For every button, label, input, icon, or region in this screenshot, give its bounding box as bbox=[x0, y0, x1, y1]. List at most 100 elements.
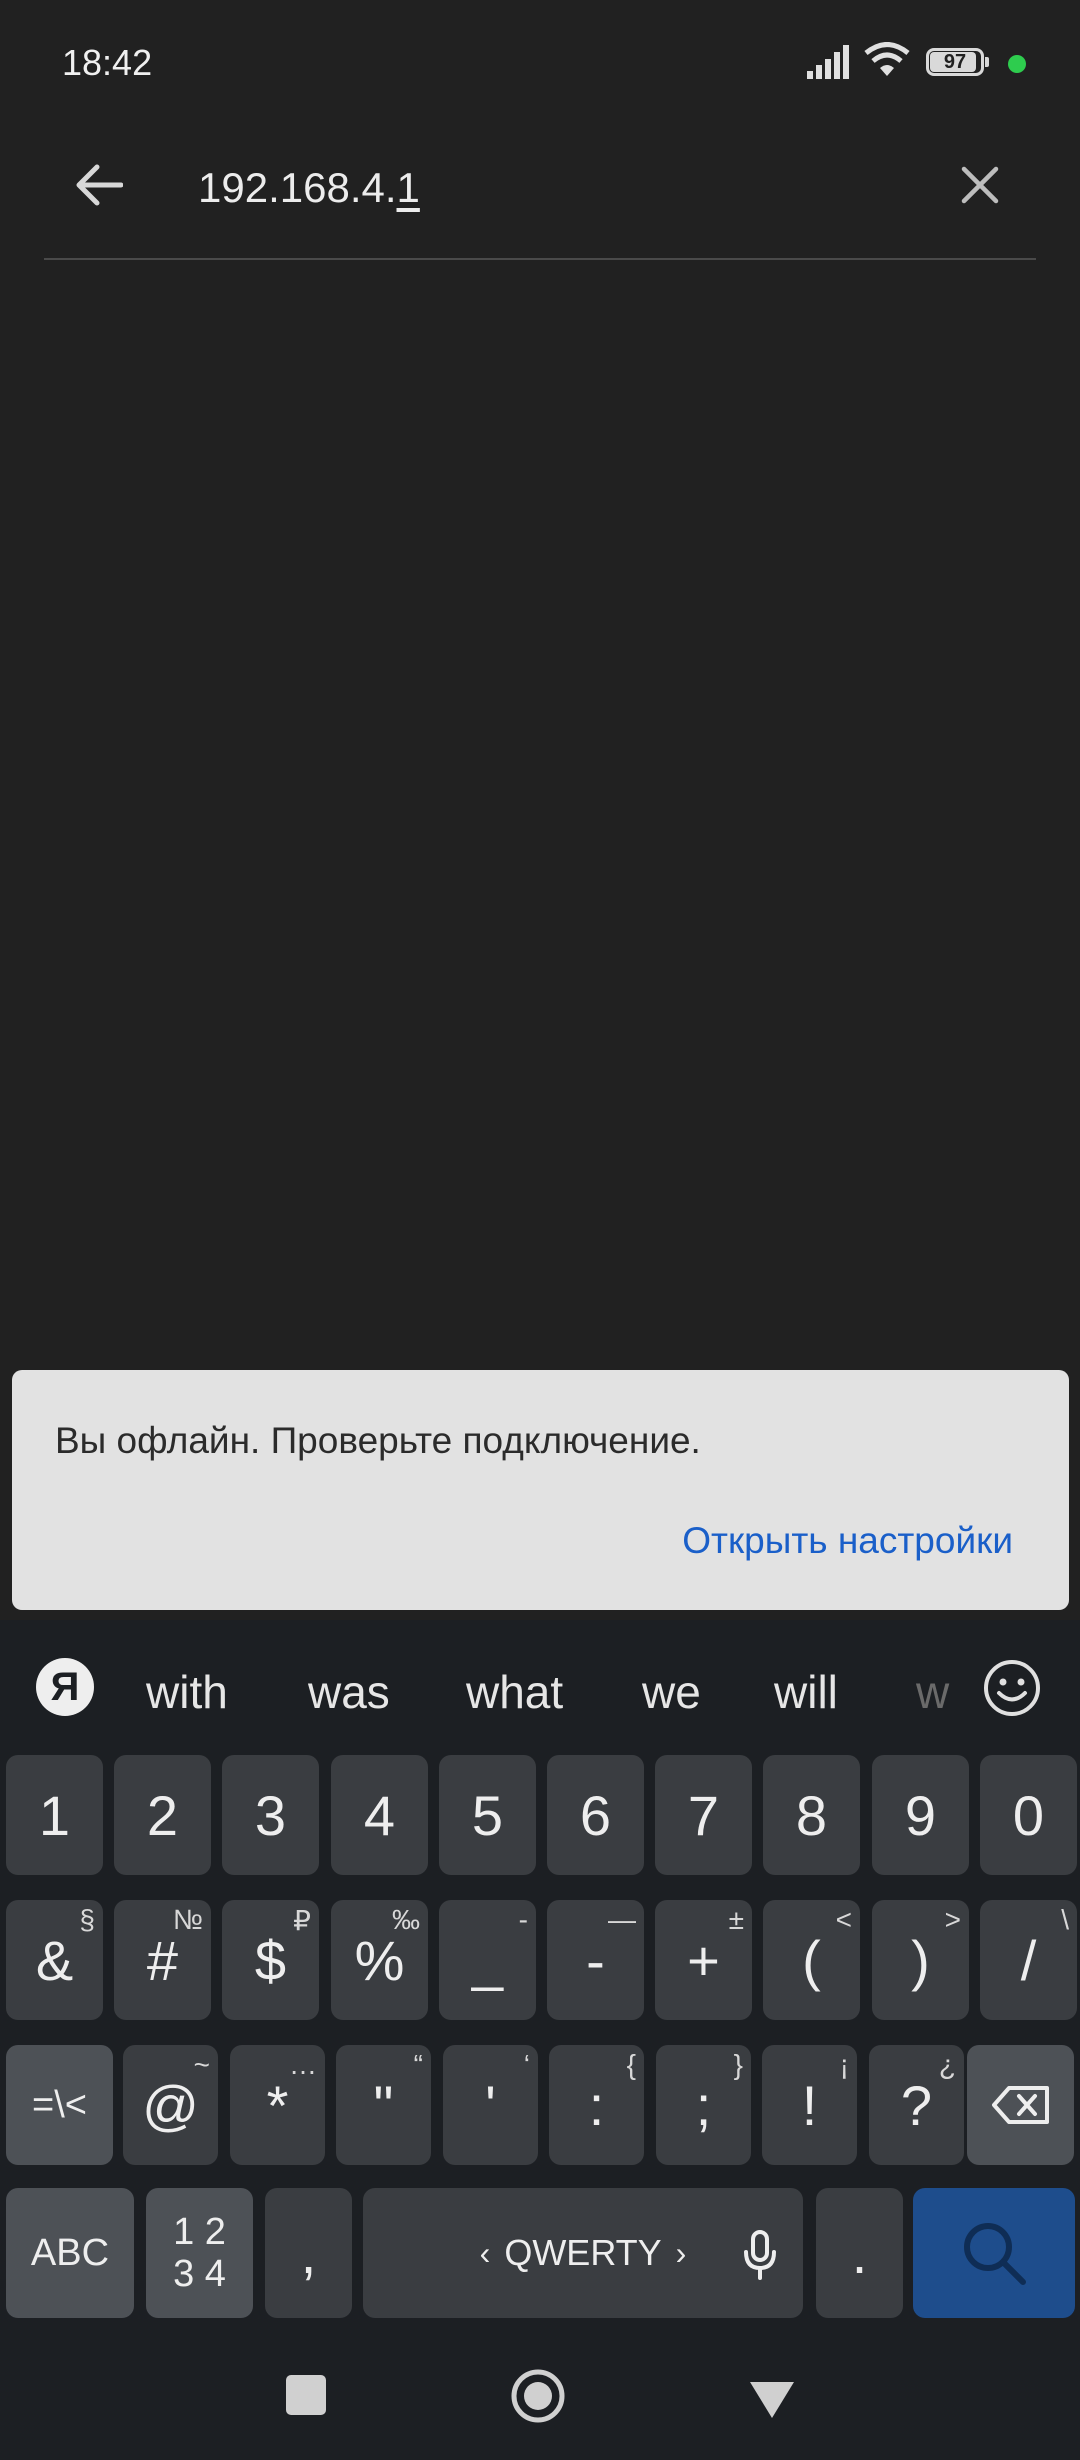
key-alt-label: < bbox=[835, 1904, 852, 1935]
recents-button[interactable] bbox=[286, 2375, 326, 2415]
number-key[interactable]: 9 bbox=[872, 1755, 969, 1875]
number-key[interactable]: 1 bbox=[6, 1755, 103, 1875]
key-label: ' bbox=[485, 2073, 496, 2137]
space-key[interactable]: ‹ QWERTY › bbox=[363, 2188, 803, 2318]
back-button[interactable] bbox=[64, 150, 134, 220]
symbol-key[interactable]: $ ₽ bbox=[222, 1900, 319, 2020]
comma-key[interactable]: , bbox=[265, 2188, 352, 2318]
symbol-key[interactable]: (< bbox=[763, 1900, 860, 2020]
number-key[interactable]: 3 bbox=[222, 1755, 319, 1875]
microphone-icon[interactable] bbox=[743, 2230, 777, 2280]
chevron-right-icon: › bbox=[675, 2234, 687, 2271]
divider bbox=[44, 258, 1036, 260]
number-key[interactable]: 0 bbox=[980, 1755, 1077, 1875]
close-icon bbox=[961, 166, 999, 204]
numpad-key-label-top: 1 2 bbox=[173, 2211, 226, 2253]
symbol-key[interactable]: % ‰ bbox=[331, 1900, 428, 2020]
privacy-indicator-dot bbox=[1008, 55, 1026, 73]
symbol-key[interactable]: @ ~ bbox=[123, 2045, 218, 2165]
symbol-key[interactable]: ' ‘ bbox=[443, 2045, 538, 2165]
search-bar: 192.168.4.1 bbox=[0, 130, 1080, 260]
key-alt-label: ¡ bbox=[839, 2049, 849, 2080]
numpad-key-label-bottom: 3 4 bbox=[173, 2253, 226, 2295]
number-key[interactable]: 2 bbox=[114, 1755, 211, 1875]
battery-level: 97 bbox=[943, 51, 967, 73]
symbol-key[interactable]: _ - bbox=[439, 1900, 536, 2020]
key-alt-label: … bbox=[289, 2049, 317, 2080]
key-label: @ bbox=[142, 2073, 199, 2137]
suggestion-item[interactable]: was bbox=[308, 1662, 390, 1722]
snackbar-message: Вы офлайн. Проверьте подключение. bbox=[55, 1420, 701, 1461]
suggestion-item[interactable]: what bbox=[466, 1662, 563, 1722]
key-label: ? bbox=[900, 2073, 933, 2137]
wifi-icon bbox=[864, 42, 910, 76]
suggestion-item[interactable]: we bbox=[642, 1662, 701, 1722]
number-key[interactable]: 6 bbox=[547, 1755, 644, 1875]
key-alt-label: — bbox=[608, 1904, 636, 1935]
key-label: 1 bbox=[38, 1783, 71, 1847]
key-alt-label: § bbox=[79, 1904, 95, 1935]
key-alt-label: ¿ bbox=[938, 2049, 956, 2080]
space-key-label: QWERTY bbox=[504, 2232, 662, 2273]
symbol-key[interactable]: - — bbox=[547, 1900, 644, 2020]
symbol-key[interactable]: # № bbox=[114, 1900, 211, 2020]
symbol-key[interactable]: + ± bbox=[655, 1900, 752, 2020]
key-label: + bbox=[687, 1928, 720, 1992]
symbol-key[interactable]: :{ bbox=[549, 2045, 644, 2165]
signal-icon bbox=[807, 45, 849, 79]
number-key[interactable]: 4 bbox=[331, 1755, 428, 1875]
key-alt-label: \ bbox=[1061, 1904, 1069, 1935]
key-label: ) bbox=[911, 1928, 930, 1992]
numpad-key[interactable]: 1 2 3 4 bbox=[146, 2188, 253, 2318]
suggestion-bar: Я with was what we will w bbox=[0, 1620, 1080, 1755]
backspace-key[interactable] bbox=[967, 2045, 1074, 2165]
symbol-key[interactable]: ? ¿ bbox=[869, 2045, 964, 2165]
period-key[interactable]: . bbox=[816, 2188, 903, 2318]
search-key[interactable] bbox=[913, 2188, 1075, 2318]
key-label: # bbox=[146, 1928, 179, 1992]
key-label: " bbox=[373, 2073, 394, 2137]
key-alt-label: ₽ bbox=[293, 1905, 311, 1936]
back-nav-button[interactable] bbox=[748, 2380, 796, 2420]
key-label: ; bbox=[695, 2073, 712, 2137]
symbol-key[interactable]: ;} bbox=[656, 2045, 751, 2165]
symbol-key[interactable]: ! ¡ bbox=[762, 2045, 857, 2165]
key-alt-label: ~ bbox=[193, 2049, 210, 2080]
backspace-icon bbox=[991, 2086, 1049, 2124]
symbol-key[interactable]: / \ bbox=[980, 1900, 1077, 2020]
url-input[interactable]: 192.168.4.1 bbox=[198, 158, 898, 218]
symbols-shift-key[interactable]: =\< bbox=[6, 2045, 113, 2165]
suggestion-item[interactable]: w bbox=[916, 1662, 956, 1722]
key-label: : bbox=[588, 2073, 605, 2137]
url-text-composing: 1 bbox=[396, 164, 420, 211]
key-label: 3 bbox=[254, 1783, 287, 1847]
status-time: 18:42 bbox=[62, 42, 153, 83]
symbol-key[interactable]: " “ bbox=[336, 2045, 431, 2165]
symbol-key[interactable]: ) > bbox=[872, 1900, 969, 2020]
number-key[interactable]: 5 bbox=[439, 1755, 536, 1875]
suggestion-item[interactable]: will bbox=[774, 1662, 838, 1722]
number-key[interactable]: 8 bbox=[763, 1755, 860, 1875]
number-key[interactable]: 7 bbox=[655, 1755, 752, 1875]
key-label: 5 bbox=[471, 1783, 504, 1847]
status-bar: 18:42 97 bbox=[0, 0, 1080, 130]
key-alt-label: ± bbox=[728, 1904, 744, 1935]
symbol-key[interactable]: & § bbox=[6, 1900, 103, 2020]
symbol-key[interactable]: *… bbox=[230, 2045, 325, 2165]
open-settings-button[interactable]: Открыть настройки bbox=[682, 1520, 1013, 1562]
key-alt-label: № bbox=[172, 1904, 203, 1935]
battery-icon: 97 bbox=[926, 48, 990, 80]
navigation-bar bbox=[0, 2320, 1080, 2460]
key-label: 8 bbox=[795, 1783, 828, 1847]
key-label: * bbox=[266, 2073, 289, 2137]
home-button[interactable] bbox=[510, 2368, 566, 2424]
key-label: _ bbox=[471, 1928, 504, 1992]
key-alt-label: } bbox=[733, 2049, 743, 2080]
suggestion-item[interactable]: with bbox=[146, 1662, 228, 1722]
key-alt-label: { bbox=[626, 2049, 636, 2080]
yandex-logo-button[interactable]: Я bbox=[36, 1658, 94, 1716]
key-label: ( bbox=[802, 1928, 821, 1992]
abc-key[interactable]: ABC bbox=[6, 2188, 134, 2318]
clear-button[interactable] bbox=[950, 150, 1010, 220]
smiley-icon[interactable] bbox=[982, 1658, 1042, 1718]
